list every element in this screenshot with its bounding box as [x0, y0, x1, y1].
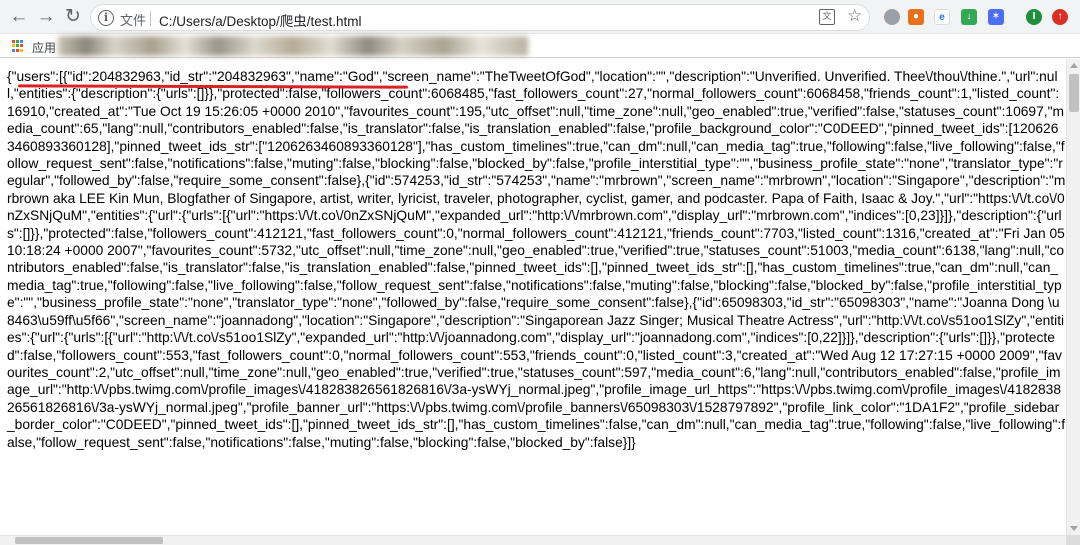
- address-bar[interactable]: i 文件 C:/Users/a/Desktop/爬虫/test.html 文 ☆: [90, 4, 870, 31]
- extension-gear-icon[interactable]: [884, 9, 900, 25]
- extension-e-icon[interactable]: e: [934, 9, 950, 25]
- reload-icon[interactable]: ↻: [62, 5, 84, 29]
- translate-icon[interactable]: 文: [819, 9, 835, 25]
- apps-grid-icon[interactable]: [12, 40, 24, 52]
- bookmarks-bar: 应用: [0, 34, 1080, 58]
- bookmark-star-icon[interactable]: ☆: [847, 6, 862, 26]
- extension-tampermonkey-icon[interactable]: ●: [908, 9, 924, 25]
- scroll-down-icon[interactable]: [1070, 526, 1078, 531]
- scroll-up-icon[interactable]: [1070, 63, 1078, 68]
- extension-download-icon[interactable]: ↓: [961, 9, 977, 25]
- back-arrow-icon[interactable]: ←: [8, 5, 30, 29]
- horizontal-scroll-thumb[interactable]: [15, 537, 163, 544]
- horizontal-scrollbar[interactable]: [0, 535, 1066, 545]
- vertical-scrollbar[interactable]: [1066, 59, 1080, 535]
- blurred-bookmarks: [58, 36, 528, 56]
- forward-arrow-icon[interactable]: →: [35, 5, 57, 29]
- scrollbar-corner: [1066, 535, 1080, 545]
- extension-puzzle-icon[interactable]: ✶: [988, 9, 1004, 25]
- page-content: {"users":[{"id":204832963,"id_str":"2048…: [0, 59, 1066, 535]
- profile-avatar[interactable]: I: [1026, 9, 1042, 25]
- address-separator: [150, 11, 151, 26]
- file-scheme-label: 文件: [120, 13, 147, 28]
- address-url[interactable]: C:/Users/a/Desktop/爬虫/test.html: [159, 10, 362, 30]
- info-icon[interactable]: i: [98, 10, 114, 26]
- browser-toolbar: ← → ↻ i 文件 C:/Users/a/Desktop/爬虫/test.ht…: [0, 0, 1080, 34]
- json-response-text: {"users":[{"id":204832963,"id_str":"2048…: [7, 69, 1066, 450]
- apps-bookmark-label[interactable]: 应用: [32, 39, 56, 56]
- vertical-scroll-thumb[interactable]: [1069, 74, 1079, 112]
- update-arrow-icon[interactable]: ↑: [1052, 9, 1068, 25]
